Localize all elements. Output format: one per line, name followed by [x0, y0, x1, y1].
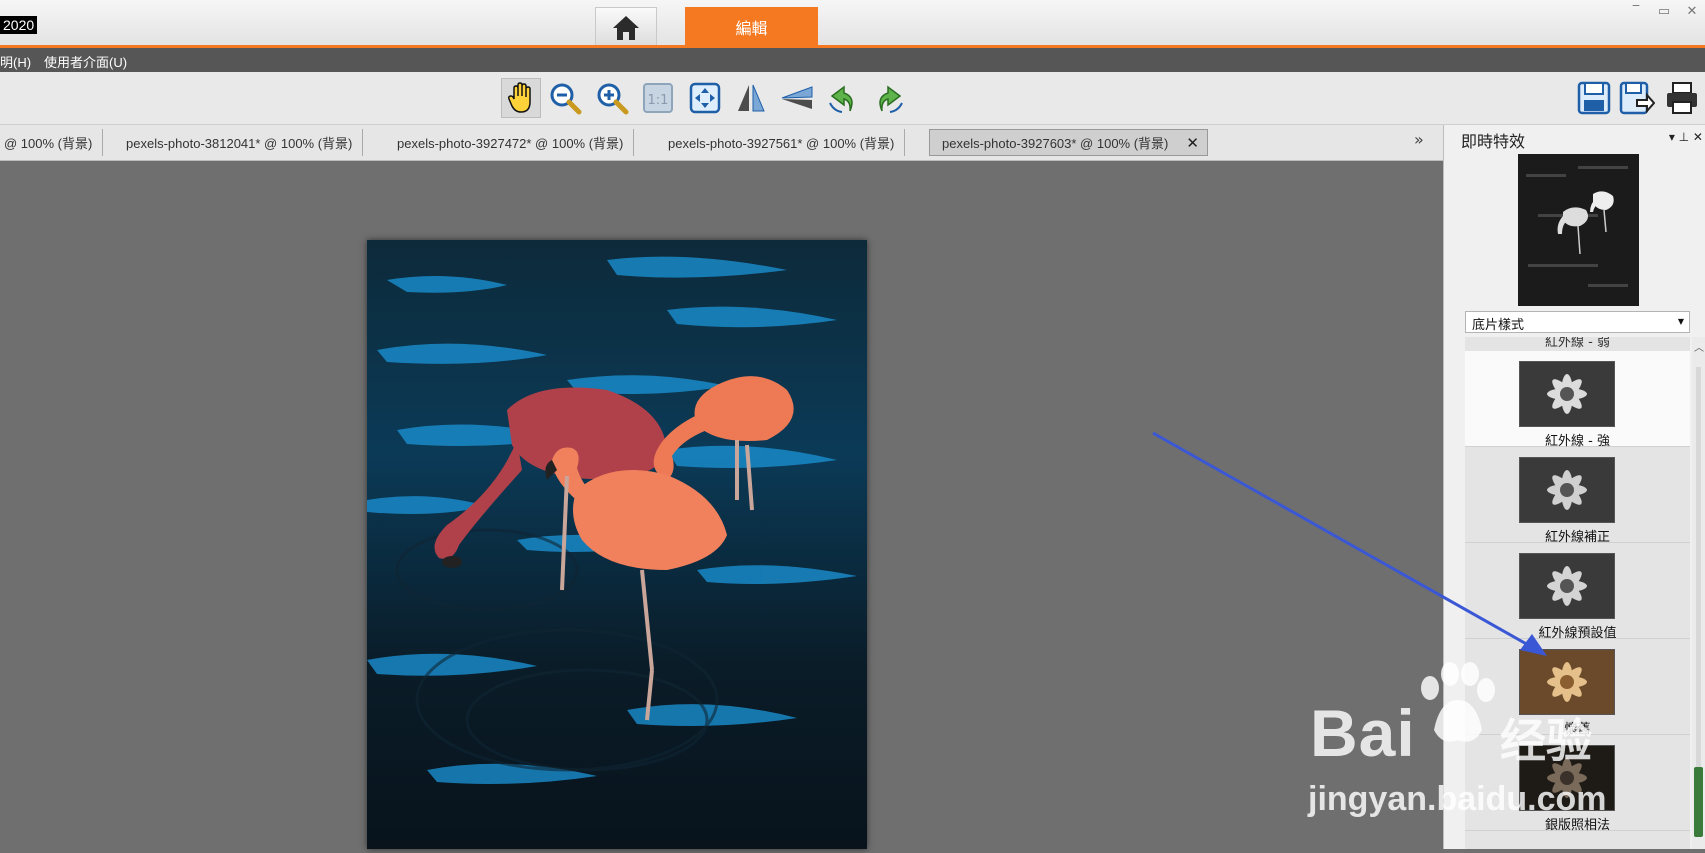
close-tab-icon[interactable]: ✕ [1186, 134, 1199, 152]
menu-user-interface[interactable]: 使用者介面(U) [44, 52, 127, 71]
restore-button[interactable]: ▭ [1657, 4, 1671, 19]
save-icon [1577, 81, 1611, 115]
doc-tab-label: pexels-photo-3927603* @ 100% (背景) [942, 136, 1169, 151]
effect-list-scrollbar[interactable]: ︿ [1692, 337, 1705, 849]
flip-vertical-icon [738, 84, 765, 112]
actual-size-button[interactable]: 1:1 [638, 78, 678, 118]
dropdown-value: 底片樣式 [1472, 318, 1525, 333]
fit-window-icon [689, 82, 721, 114]
rotate-right-icon [879, 85, 903, 113]
home-icon [613, 15, 639, 40]
scrollbar-thumb[interactable] [1694, 767, 1703, 837]
effect-category-dropdown[interactable]: 底片樣式 ▼ [1465, 311, 1690, 333]
rotate-left-button[interactable] [823, 78, 863, 118]
doc-tab[interactable]: pexels-photo-3812041* @ 100% (背景) [114, 129, 364, 156]
minimize-button[interactable]: ‾ [1629, 4, 1643, 19]
zoom-out-button[interactable] [545, 78, 585, 118]
doc-tab[interactable]: pexels-photo-3927561* @ 100% (背景) [657, 129, 906, 156]
actual-size-label: 1:1 [648, 93, 669, 108]
document-tab-bar: @ 100% (背景) pexels-photo-3812041* @ 100%… [0, 125, 1443, 161]
instant-effects-panel: 即時特效 ▾ ⊥ ✕ 底片樣式 ▼ 紅外線 - 弱 紅外線 - 強 紅外線補正 … [1443, 125, 1705, 849]
effect-label: 銀版照相法 [1544, 818, 1610, 833]
window-controls: ‾ ▭ ✕ [1629, 4, 1699, 19]
effect-list: 紅外線 - 弱 紅外線 - 強 紅外線補正 紅外線預設值 懷舊 銀版照相法 [1465, 337, 1690, 849]
print-icon [1667, 82, 1697, 114]
effect-thumbnail [1519, 457, 1615, 523]
close-button[interactable]: ✕ [1685, 4, 1699, 19]
save-button[interactable] [1574, 78, 1614, 118]
zoom-in-button[interactable] [592, 78, 632, 118]
title-bar: 2020 編輯 ‾ ▭ ✕ [0, 0, 1705, 47]
rotate-left-icon [829, 85, 853, 113]
effect-thumbnail [1519, 649, 1615, 715]
hand-icon [508, 82, 531, 113]
effect-preview [1518, 154, 1639, 306]
effect-label-clipped[interactable]: 紅外線 - 弱 [1465, 337, 1690, 350]
panel-controls[interactable]: ▾ ⊥ ✕ [1669, 130, 1703, 144]
doc-tab-label: pexels-photo-3812041* @ 100% (背景) [126, 136, 353, 151]
doc-tab[interactable]: pexels-photo-3927472* @ 100% (背景) [386, 129, 635, 156]
save-as-button[interactable] [1617, 78, 1657, 118]
effect-item-infrared-strong[interactable]: 紅外線 - 強 [1465, 351, 1690, 449]
zoom-in-icon [597, 83, 629, 115]
flamingo-photo[interactable] [367, 240, 867, 849]
panel-title: 即時特效 [1461, 132, 1526, 151]
effect-item-infrared-default[interactable]: 紅外線預設值 [1465, 543, 1690, 641]
flip-horizontal-icon [781, 86, 813, 109]
menu-help[interactable]: 明(H) [0, 52, 31, 71]
effect-item-daguerreotype[interactable]: 銀版照相法 [1465, 735, 1690, 833]
tab-scroll-right-icon[interactable]: » [1414, 130, 1424, 149]
print-button[interactable] [1662, 78, 1702, 118]
doc-tab-active[interactable]: pexels-photo-3927603* @ 100% (背景) ✕ [929, 129, 1208, 156]
doc-tab-label: pexels-photo-3927561* @ 100% (背景) [668, 136, 895, 151]
hand-tool-button[interactable] [501, 78, 541, 118]
chevron-up-icon[interactable]: ︿ [1694, 339, 1704, 354]
actual-size-icon: 1:1 [643, 83, 673, 113]
doc-tab-label: @ 100% (背景) [4, 136, 93, 151]
toolbar: 1:1 [0, 72, 1705, 125]
zoom-out-icon [550, 83, 582, 115]
effect-item-nostalgia[interactable]: 懷舊 [1465, 639, 1690, 737]
menu-bar: 明(H) 使用者介面(U) [0, 48, 1705, 72]
home-tab[interactable] [595, 7, 657, 47]
effect-thumbnail [1519, 553, 1615, 619]
doc-tab[interactable]: @ 100% (背景) [4, 129, 104, 156]
effect-item-infrared-correction[interactable]: 紅外線補正 [1465, 447, 1690, 545]
app-title: 2020 [0, 16, 38, 34]
save-as-icon [1619, 81, 1655, 115]
flip-horizontal-button[interactable] [777, 78, 817, 118]
doc-tab-label: pexels-photo-3927472* @ 100% (背景) [397, 136, 624, 151]
effect-thumbnail [1519, 745, 1615, 811]
chevron-down-icon: ▼ [1677, 317, 1684, 326]
scrollbar-track[interactable] [1696, 367, 1701, 787]
flip-vertical-button[interactable] [731, 78, 771, 118]
rotate-right-button[interactable] [869, 78, 909, 118]
fit-window-button[interactable] [685, 78, 725, 118]
effect-thumbnail [1519, 361, 1615, 427]
edit-tab[interactable]: 編輯 [685, 7, 818, 46]
